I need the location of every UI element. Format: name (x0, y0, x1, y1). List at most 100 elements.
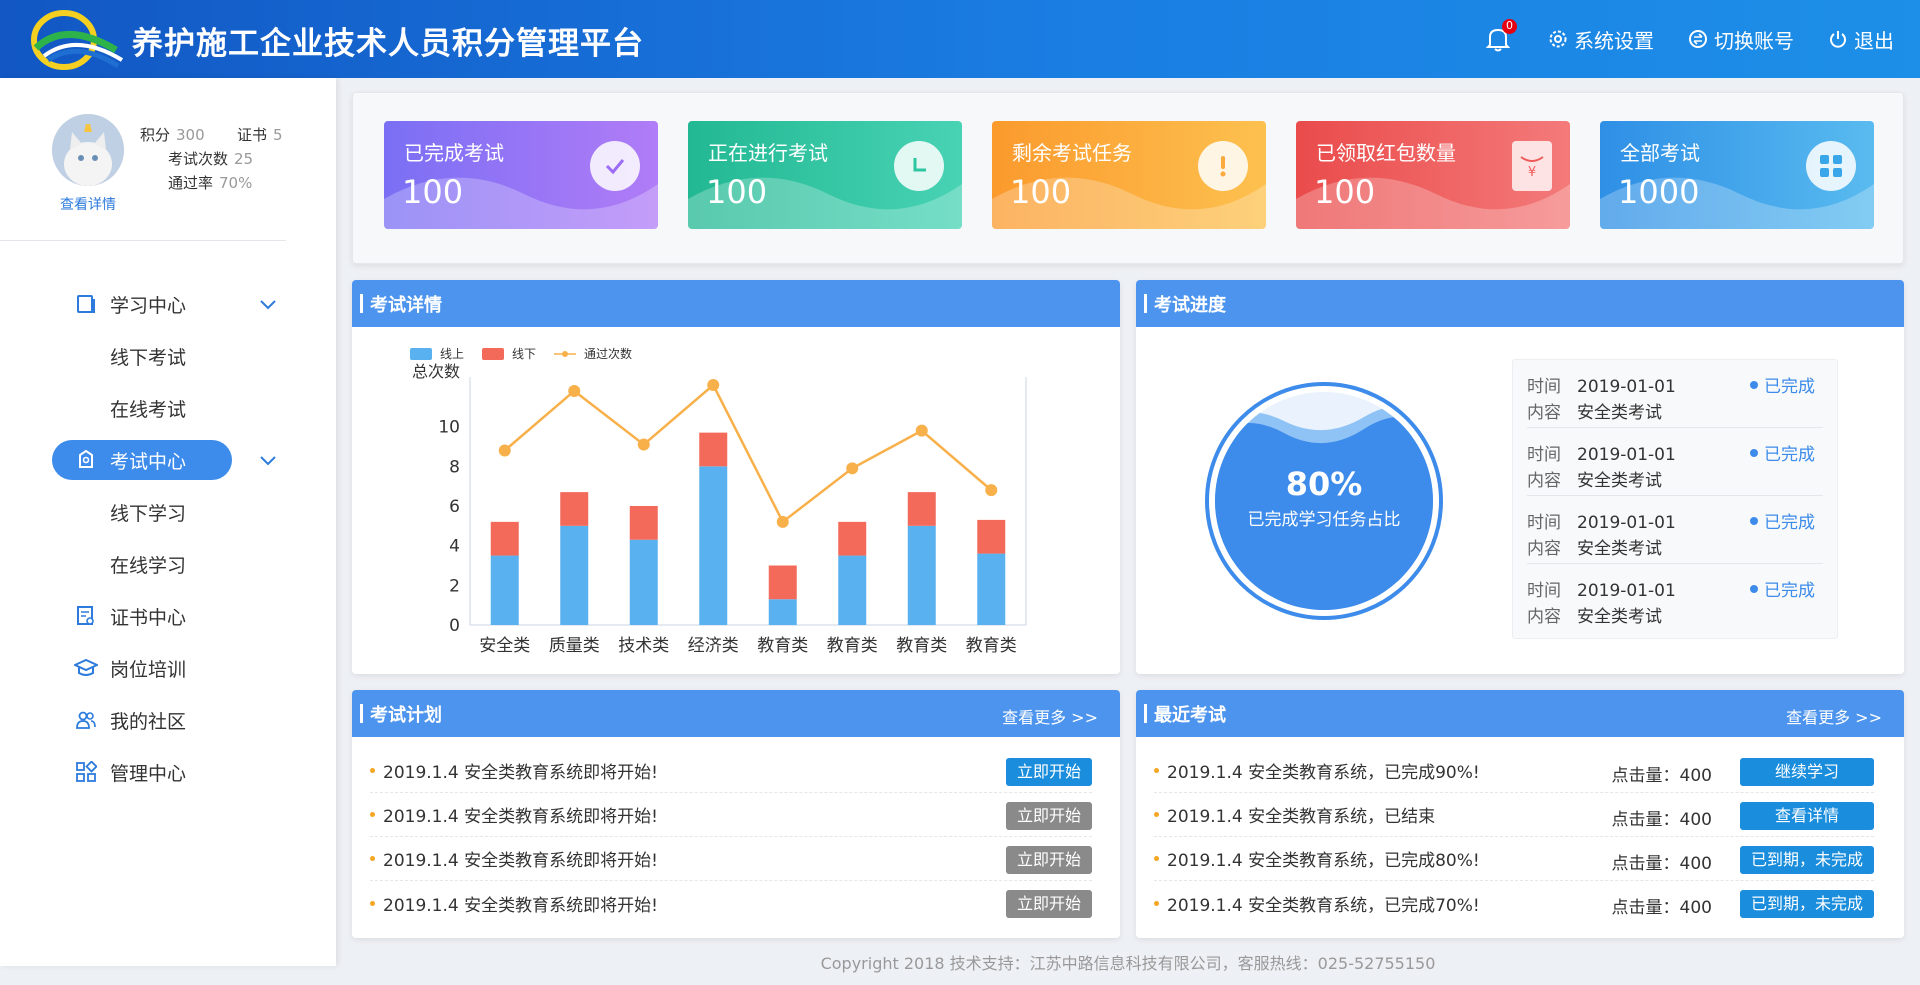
switch-account-label: 切换账号 (1714, 28, 1794, 53)
content-label: 内容 (1527, 539, 1561, 559)
clock-icon (894, 141, 944, 191)
recent-exams-panel: 最近考试 查看更多 >> 2019.1.4 安全类教育系统，已完成90%! 点击量：… (1136, 690, 1904, 938)
logo-icon (31, 10, 124, 70)
list-item[interactable]: 时间 2019-01-01 内容 安全类考试 已完成 (1527, 428, 1823, 496)
pass-count-point (915, 424, 928, 437)
exam-plan-header: 考试计划 查看更多 >> (352, 690, 1120, 737)
cat-avatar-icon (52, 114, 124, 186)
exam-progress-header: 考试进度 (1136, 280, 1904, 327)
sidebar-item-online-study[interactable]: 在线学习 (52, 538, 312, 590)
pass-rate-label: 通过率 (168, 174, 214, 192)
exam-count-stat: 考试次数 25 (168, 148, 253, 169)
recent-exams-list: 2019.1.4 安全类教育系统，已完成90%! 点击量：400 继续学习 2019… (1136, 737, 1904, 925)
x-tick-label: 教育类 (966, 636, 1017, 656)
view-profile-link[interactable]: 查看详情 (60, 194, 116, 214)
avatar[interactable] (52, 114, 124, 186)
kpi-red-packets[interactable]: 已领取红包数量 100 ¥ (1296, 121, 1570, 229)
start-button[interactable]: 立即开始 (1005, 890, 1092, 918)
status-dot-icon (1750, 584, 1758, 593)
footer-copyright: Copyright 2018 技术支持：江苏中路信息科技有限公司，客服热线：02… (820, 954, 1436, 973)
grid-icon (74, 760, 98, 784)
status-badge: 已完成 (1750, 508, 1815, 533)
x-tick-label: 安全类 (479, 636, 530, 656)
bullet-icon (1154, 856, 1159, 861)
sidebar-item-management-center[interactable]: 管理中心 (52, 746, 312, 798)
sidebar-item-label: 岗位培训 (110, 658, 187, 681)
user-profile: 查看详情 积分 300 证书 5 考试次数 25 通过率 70% (52, 114, 292, 214)
bar-offline (629, 506, 658, 540)
click-count: 点击量：400 (1612, 805, 1712, 830)
sidebar-item-community[interactable]: 我的社区 (52, 694, 312, 746)
panel-title: 考试详情 (370, 294, 442, 316)
sidebar-item-offline-exam[interactable]: 线下考试 (52, 330, 312, 382)
sidebar-item-offline-study[interactable]: 线下学习 (52, 486, 312, 538)
clicks-label: 点击量： (1611, 898, 1680, 918)
sidebar-item-job-training[interactable]: 岗位培训 (52, 642, 312, 694)
pass-count-point (776, 515, 789, 528)
list-item: 2019.1.4 安全类教育系统，已完成80%! 点击量：400 已到期，未完成 (1154, 837, 1874, 881)
expired-button[interactable]: 已到期，未完成 (1740, 846, 1874, 874)
switch-icon (1689, 30, 1707, 48)
exam-detail-chart: 总次数0246810安全类 质量类 技术类 经济类 教育类 教育类 教育类 教育类 (412, 362, 1027, 656)
exam-detail-header: 考试详情 (352, 280, 1120, 327)
bullet-icon (1154, 768, 1159, 773)
chevron-down-icon[interactable] (256, 448, 280, 472)
view-more-link[interactable]: 查看更多 >> (1002, 704, 1098, 728)
cert-stat: 证书 5 (237, 124, 283, 145)
red-packet-icon: ¥ (1512, 141, 1552, 191)
status-text: 已完成 (1764, 377, 1815, 397)
view-detail-button[interactable]: 查看详情 (1740, 802, 1874, 830)
click-count: 点击量：400 (1612, 761, 1712, 786)
sidebar-item-exam-center[interactable]: 考试中心 (52, 440, 232, 480)
notification-bell[interactable]: 0 (1486, 19, 1517, 53)
view-more-link[interactable]: 查看更多 >> (1786, 704, 1882, 728)
progress-percent: 80% (1286, 465, 1363, 503)
score-stat: 积分 300 (140, 124, 205, 145)
exam-count-label: 考试次数 (168, 150, 229, 168)
status-dot-icon (1750, 448, 1758, 457)
start-button[interactable]: 立即开始 (1005, 846, 1092, 874)
list-item[interactable]: 时间 2019-01-01 内容 安全类考试 已完成 (1527, 564, 1823, 632)
x-tick-label: 教育类 (896, 636, 947, 656)
pass-rate-stat: 通过率 70% (168, 172, 252, 193)
bar-online (699, 466, 728, 625)
item-text: 2019.1.4 安全类教育系统即将开始! (383, 895, 658, 916)
item-text: 2019.1.4 安全类教育系统，已完成80%! (1167, 851, 1480, 871)
community-icon (74, 708, 98, 732)
sidebar: 查看详情 积分 300 证书 5 考试次数 25 通过率 70% 学习中心 线下考试 在… (0, 78, 336, 966)
bar-offline (699, 432, 728, 467)
list-item[interactable]: 时间 2019-01-01 内容 安全类考试 已完成 (1527, 496, 1823, 564)
sidebar-item-certificate-center[interactable]: 证书中心 (52, 590, 312, 642)
content-value: 安全类考试 (1577, 607, 1662, 627)
settings-button[interactable]: 系统设置 (1548, 25, 1654, 54)
sidebar-item-label: 线下学习 (110, 502, 187, 525)
start-button[interactable]: 立即开始 (1005, 758, 1092, 786)
kpi-title: 剩余考试任务 (1012, 141, 1132, 165)
sidebar-menu: 学习中心 线下考试 在线考试 考试中心 线下学习 在线学习 证书中心 岗位培训 … (52, 278, 312, 798)
kpi-value: 100 (706, 173, 768, 211)
continue-button[interactable]: 继续学习 (1740, 758, 1874, 786)
cert-label: 证书 (237, 126, 268, 144)
sidebar-item-study-center[interactable]: 学习中心 (52, 278, 312, 330)
notification-badge: 0 (1502, 19, 1517, 34)
chevron-down-icon[interactable] (256, 292, 280, 316)
expired-button[interactable]: 已到期，未完成 (1740, 890, 1874, 918)
logout-button[interactable]: 退出 (1828, 25, 1894, 54)
exam-icon (74, 448, 98, 472)
bullet-icon (1154, 812, 1159, 817)
switch-account-button[interactable]: 切换账号 (1688, 25, 1794, 54)
bar-offline (838, 521, 867, 556)
list-item: 2019.1.4 安全类教育系统，已完成70%! 点击量：400 已到期，未完成 (1154, 881, 1874, 925)
sidebar-item-label: 我的社区 (110, 710, 187, 733)
kpi-ongoing-exams[interactable]: 正在进行考试 100 (688, 121, 962, 229)
kpi-remaining-tasks[interactable]: 剩余考试任务 100 (992, 121, 1266, 229)
time-label: 时间 (1527, 581, 1561, 601)
kpi-completed-exams[interactable]: 已完成考试 100 (384, 121, 658, 229)
list-item[interactable]: 时间 2019-01-01 内容 安全类考试 已完成 (1527, 360, 1823, 428)
sidebar-item-online-exam[interactable]: 在线考试 (52, 382, 312, 434)
sidebar-item-label: 线下考试 (110, 346, 187, 369)
content-value: 安全类考试 (1577, 539, 1662, 559)
kpi-all-exams[interactable]: 全部考试 1000 (1600, 121, 1874, 229)
start-button[interactable]: 立即开始 (1005, 802, 1092, 830)
bar-offline (768, 565, 797, 600)
